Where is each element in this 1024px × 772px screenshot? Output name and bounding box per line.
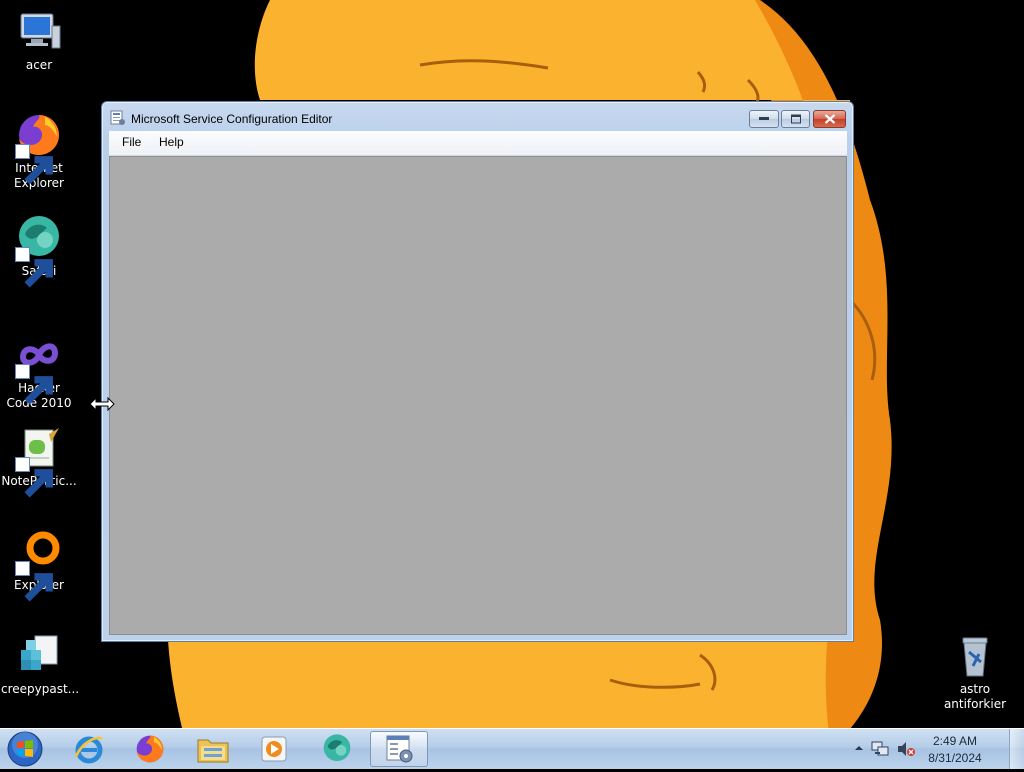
firefox-icon [136, 735, 164, 763]
taskbar: 2:49 AM 8/31/2024 [0, 728, 1024, 769]
close-button[interactable] [813, 110, 846, 128]
taskbar-globe-app[interactable] [310, 731, 364, 767]
shortcut-arrow-icon [15, 364, 53, 405]
registry-icon [15, 632, 63, 680]
menu-help[interactable]: Help [155, 135, 188, 149]
window-titlebar[interactable]: Microsoft Service Configuration Editor [102, 102, 853, 132]
minimize-icon [759, 117, 769, 120]
globe-icon [15, 214, 63, 288]
clock-time[interactable]: 2:49 AM [924, 734, 986, 748]
desktop-icon-safari[interactable]: Safari [1, 214, 77, 288]
menu-bar: File Help [109, 131, 847, 156]
ring-icon [15, 528, 63, 602]
desktop-icon-explorer[interactable]: Explorer [1, 528, 77, 602]
desktop-icon-acer[interactable]: acer [1, 8, 77, 73]
service-config-editor-icon [386, 735, 413, 763]
network-icon[interactable] [871, 741, 889, 757]
recycle-bin-icon [951, 632, 999, 680]
client-area[interactable] [109, 156, 847, 635]
desktop-icon-label: acer [25, 58, 53, 72]
taskbar-media-player[interactable] [247, 731, 301, 767]
firefox-icon [15, 111, 63, 185]
desktop-icon-internet-explorer[interactable]: Internet Explorer [1, 111, 77, 191]
internet-explorer-icon [74, 736, 103, 764]
show-desktop-button[interactable] [1009, 729, 1024, 769]
shortcut-arrow-icon [15, 247, 53, 288]
shortcut-arrow-icon [15, 144, 53, 185]
show-hidden-icons-icon[interactable] [854, 743, 864, 753]
desktop-icon-creepypasta[interactable]: creepypast... [1, 632, 80, 697]
volume-muted-icon[interactable] [897, 741, 915, 757]
resize-cursor-icon [89, 397, 115, 411]
shortcut-arrow-icon [15, 457, 53, 498]
taskbar-file-explorer[interactable] [186, 731, 240, 767]
desktop-icon-label: creepypast... [1, 682, 80, 696]
window-title: Microsoft Service Configuration Editor [131, 112, 333, 126]
desktop-icon-hacker-code[interactable]: Hacker Code 2010 [1, 331, 77, 411]
windows-orb-icon [7, 731, 43, 767]
app-icon [110, 110, 125, 125]
menu-file[interactable]: File [118, 135, 145, 149]
infinity-icon [15, 331, 63, 405]
globe-icon [323, 734, 351, 761]
desktop-icon-recycle-bin[interactable]: astro antiforkier [937, 632, 1013, 712]
desktop-icon-label: astro antiforkier [943, 682, 1007, 711]
file-explorer-icon [197, 739, 229, 763]
notepad-icon [15, 424, 63, 498]
maximize-button[interactable] [781, 110, 810, 128]
taskbar-service-config-editor[interactable] [370, 731, 428, 767]
start-button[interactable] [4, 730, 48, 768]
close-icon [824, 114, 835, 124]
taskbar-internet-explorer[interactable] [62, 731, 116, 767]
maximize-icon [790, 114, 801, 124]
taskbar-firefox[interactable] [123, 731, 177, 767]
media-player-icon [261, 736, 287, 762]
minimize-button[interactable] [749, 110, 779, 128]
desktop-icon-notepolitic[interactable]: NotePolitic... [1, 424, 77, 498]
computer-icon [15, 8, 63, 56]
service-config-editor-window[interactable]: Microsoft Service Configuration Editor F… [101, 101, 854, 642]
clock-date[interactable]: 8/31/2024 [924, 751, 986, 765]
system-tray: 2:49 AM 8/31/2024 [854, 729, 1024, 769]
shortcut-arrow-icon [15, 561, 53, 602]
